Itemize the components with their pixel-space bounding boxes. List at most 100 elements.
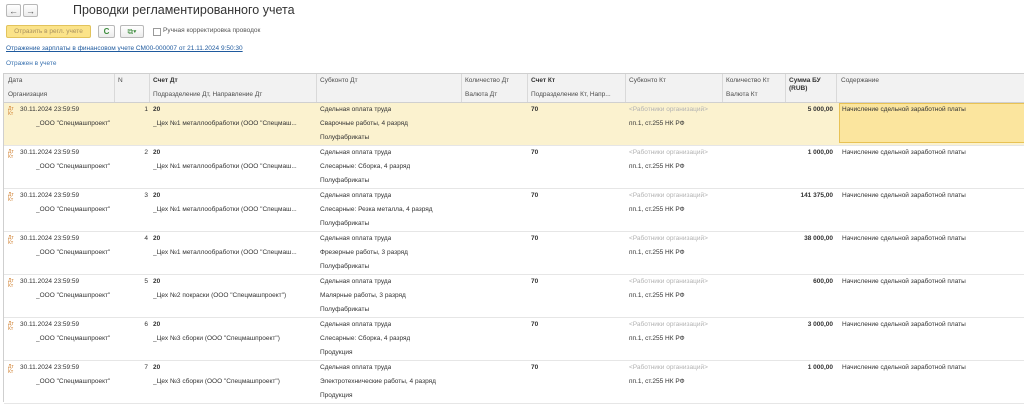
row-organization: _ООО "Спецмашпроект" (36, 120, 111, 127)
post-to-accounting-button[interactable]: Отразить в регл. учете (6, 25, 91, 38)
row-sum: 5 000,00 (807, 106, 833, 113)
row-account-dt: 20 (153, 364, 161, 371)
row-subkonto-dt-3: Полуфабрикаты (320, 220, 370, 227)
col-quantity-dt[interactable]: Количество Дт (465, 77, 509, 84)
row-subkonto-kt-2: пп.1, ст.255 НК РФ (629, 163, 685, 170)
row-subkonto-kt-1: <Работники организаций> (629, 321, 708, 328)
row-account-kt: 70 (531, 106, 539, 113)
table-row[interactable]: Дт Кт 30.11.2024 23:59:59 4 20 _ООО "Спец… (4, 232, 1024, 275)
col-subkonto-kt[interactable]: Субконто Кт (629, 77, 666, 84)
row-account-dt: 20 (153, 278, 161, 285)
row-department-dt: _Цех №3 сборки (ООО "Спецмашпроект") (153, 378, 280, 385)
refresh-icon: C (103, 27, 110, 36)
row-subkonto-dt-2: Слесарные: Резка металла, 4 разряд (320, 206, 433, 213)
row-department-dt: _Цех №2 покраски (ООО "Спецмашпроект") (153, 292, 287, 299)
row-subkonto-dt-2: Слесарные: Сборка, 4 разряд (320, 163, 411, 170)
row-sum: 1 000,00 (807, 364, 833, 371)
row-subkonto-kt-2: пп.1, ст.255 НК РФ (629, 249, 685, 256)
manual-correction-checkbox[interactable] (153, 28, 161, 36)
row-department-dt: _Цех №1 металлообработки (ООО "Спецмаш..… (153, 206, 297, 213)
table-row[interactable]: Дт Кт 30.11.2024 23:59:59 3 20 _ООО "Спец… (4, 189, 1024, 232)
row-content: Начисление сдельной заработной платы (842, 149, 966, 156)
ledger-entry-icon: Дт Кт (8, 149, 14, 160)
row-content: Начисление сдельной заработной платы (842, 278, 966, 285)
col-department-dt[interactable]: Подразделение Дт, Направление Дт (153, 91, 262, 98)
row-subkonto-kt-2: пп.1, ст.255 НК РФ (629, 335, 685, 342)
row-subkonto-dt-1: Сдельная оплата труда (320, 149, 392, 156)
col-organization[interactable]: Организация (8, 91, 47, 98)
row-subkonto-dt-3: Полуфабрикаты (320, 177, 370, 184)
row-subkonto-kt-2: пп.1, ст.255 НК РФ (629, 120, 685, 127)
table-row[interactable]: Дт Кт 30.11.2024 23:59:59 5 20 _ООО "Спец… (4, 275, 1024, 318)
ledger-entry-icon: Дт Кт (8, 235, 14, 246)
row-subkonto-kt-1: <Работники организаций> (629, 149, 708, 156)
col-quantity-kt[interactable]: Количество Кт (726, 77, 769, 84)
table-row[interactable]: Дт Кт 30.11.2024 23:59:59 1 20 _ООО "Спец… (4, 103, 1024, 146)
manual-correction-label: Ручная корректировка проводок (163, 27, 261, 34)
col-department-kt[interactable]: Подразделение Кт, Напр... (531, 91, 611, 98)
row-subkonto-kt-2: пп.1, ст.255 НК РФ (629, 378, 685, 385)
row-subkonto-dt-2: Фрезерные работы, 3 разряд (320, 249, 408, 256)
row-subkonto-dt-3: Продукция (320, 349, 353, 356)
col-content[interactable]: Содержание (841, 77, 879, 84)
copy-menu-button[interactable]: ⧉▾ (120, 25, 144, 38)
row-date: 30.11.2024 23:59:59 (20, 321, 80, 328)
row-subkonto-dt-1: Сдельная оплата труда (320, 235, 392, 242)
row-subkonto-dt-3: Полуфабрикаты (320, 263, 370, 270)
document-link[interactable]: Отражение зарплаты в финансовом учете СМ… (6, 45, 243, 52)
row-subkonto-dt-2: Слесарные: Сборка, 4 разряд (320, 335, 411, 342)
row-sum: 141 375,00 (800, 192, 833, 199)
ledger-entry-icon: Дт Кт (8, 364, 14, 375)
row-content: Начисление сдельной заработной платы (842, 106, 966, 113)
table-row[interactable]: Дт Кт 30.11.2024 23:59:59 2 20 _ООО "Спец… (4, 146, 1024, 189)
ledger-entry-icon: Дт Кт (8, 192, 14, 203)
row-subkonto-kt-1: <Работники организаций> (629, 235, 708, 242)
col-account-kt[interactable]: Счет Кт (531, 77, 555, 84)
row-organization: _ООО "Спецмашпроект" (36, 335, 111, 342)
row-content: Начисление сдельной заработной платы (842, 192, 966, 199)
row-number: 1 (144, 106, 148, 113)
table-row[interactable]: Дт Кт 30.11.2024 23:59:59 7 20 _ООО "Спец… (4, 361, 1024, 404)
col-currency-kt[interactable]: Валюта Кт (726, 91, 758, 98)
row-date: 30.11.2024 23:59:59 (20, 278, 80, 285)
col-sum[interactable]: Сумма БУ (RUB) (789, 77, 829, 93)
col-date[interactable]: Дата (8, 77, 22, 84)
row-sum: 600,00 (813, 278, 833, 285)
row-number: 4 (144, 235, 148, 242)
row-sum: 38 000,00 (804, 235, 833, 242)
row-subkonto-dt-2: Сварочные работы, 4 разряд (320, 120, 408, 127)
row-number: 3 (144, 192, 148, 199)
col-n[interactable]: N (118, 77, 123, 84)
back-button[interactable]: ← (6, 4, 21, 17)
col-subkonto-dt[interactable]: Субконто Дт (320, 77, 358, 84)
arrow-left-icon: ← (9, 6, 18, 16)
row-subkonto-dt-1: Сдельная оплата труда (320, 364, 392, 371)
row-organization: _ООО "Спецмашпроект" (36, 378, 111, 385)
row-subkonto-dt-1: Сдельная оплата труда (320, 106, 392, 113)
forward-button[interactable]: → (23, 4, 38, 17)
row-account-kt: 70 (531, 192, 539, 199)
col-account-dt[interactable]: Счет Дт (153, 77, 178, 84)
row-subkonto-dt-1: Сдельная оплата труда (320, 192, 392, 199)
row-department-dt: _Цех №3 сборки (ООО "Спецмашпроект") (153, 335, 280, 342)
refresh-button[interactable]: C (98, 25, 115, 38)
row-organization: _ООО "Спецмашпроект" (36, 206, 111, 213)
ledger-entry-icon: Дт Кт (8, 278, 14, 289)
page-title: Проводки регламентированного учета (73, 3, 295, 17)
row-sum: 1 000,00 (807, 149, 833, 156)
row-subkonto-kt-2: пп.1, ст.255 НК РФ (629, 206, 685, 213)
row-date: 30.11.2024 23:59:59 (20, 364, 80, 371)
row-number: 7 (144, 364, 148, 371)
table-row[interactable]: Дт Кт 30.11.2024 23:59:59 6 20 _ООО "Спец… (4, 318, 1024, 361)
row-account-kt: 70 (531, 149, 539, 156)
ledger-entry-icon: Дт Кт (8, 321, 14, 332)
row-sum: 3 000,00 (807, 321, 833, 328)
arrow-right-icon: → (26, 6, 35, 16)
row-subkonto-dt-1: Сдельная оплата труда (320, 321, 392, 328)
row-subkonto-kt-1: <Работники организаций> (629, 278, 708, 285)
row-number: 5 (144, 278, 148, 285)
row-organization: _ООО "Спецмашпроект" (36, 292, 111, 299)
row-date: 30.11.2024 23:59:59 (20, 192, 80, 199)
col-currency-dt[interactable]: Валюта Дт (465, 91, 497, 98)
row-account-dt: 20 (153, 149, 161, 156)
